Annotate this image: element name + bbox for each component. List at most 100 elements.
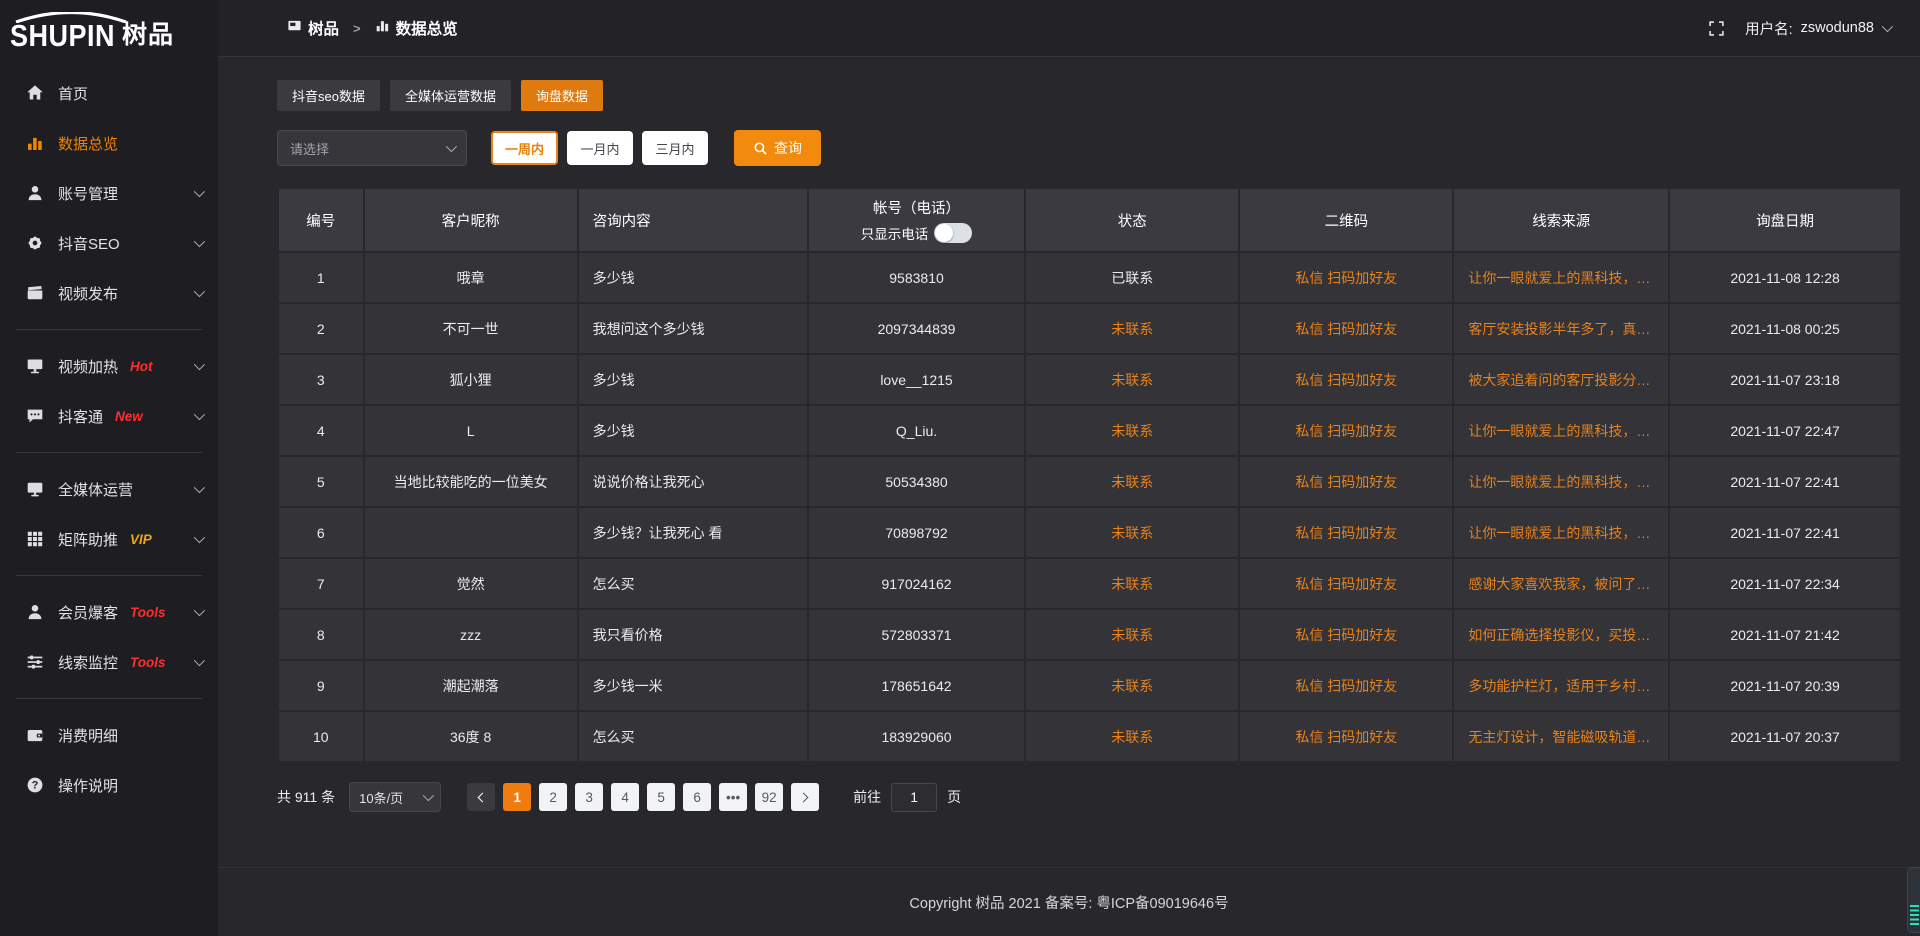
column-header-status: 状态 — [1026, 189, 1238, 251]
cell-account: 2097344839 — [809, 304, 1024, 353]
user-menu[interactable]: 用户名: zswodun88 — [1745, 18, 1890, 39]
filter-select[interactable]: 请选择 — [277, 130, 467, 166]
equalizer-icon — [1910, 905, 1919, 927]
cell-source[interactable]: 感谢大家喜欢我家，被问了好... — [1454, 559, 1668, 608]
sidebar-item-video-heat[interactable]: 视频加热Hot — [0, 341, 218, 391]
cell-source[interactable]: 让你一眼就爱上的黑科技，能... — [1454, 253, 1668, 302]
clapperboard-icon — [26, 284, 45, 303]
page-size-select[interactable]: 10条/页 — [349, 782, 441, 812]
cell-source[interactable]: 让你一眼就爱上的黑科技，能... — [1454, 508, 1668, 557]
fullscreen-icon[interactable] — [1708, 20, 1725, 37]
chevron-down-icon — [446, 141, 457, 152]
cell-id: 2 — [279, 304, 363, 353]
cell-source[interactable]: 无主灯设计，智能磁吸轨道灯... — [1454, 712, 1668, 761]
phone-only-toggle[interactable] — [934, 223, 972, 243]
cell-nickname — [365, 508, 577, 557]
sidebar-item-member-baoke[interactable]: 会员爆客Tools — [0, 587, 218, 637]
page-button-5[interactable]: 5 — [647, 783, 675, 811]
cell-qr[interactable]: 私信 扫码加好友 — [1240, 661, 1452, 710]
next-page-button[interactable] — [791, 783, 819, 811]
cell-qr[interactable]: 私信 扫码加好友 — [1240, 508, 1452, 557]
logo: SHUPIN 树品 — [0, 0, 218, 58]
breadcrumb-item[interactable]: 树品 — [287, 17, 339, 39]
search-button[interactable]: 查询 — [734, 130, 821, 166]
sidebar-item-consume-detail[interactable]: 消费明细 — [0, 710, 218, 760]
page-button-3[interactable]: 3 — [575, 783, 603, 811]
breadcrumb-item[interactable]: 数据总览 — [375, 17, 458, 39]
page-button-92[interactable]: 92 — [755, 783, 783, 811]
sidebar-item-label: 抖音SEO — [58, 233, 120, 254]
goto-page-input[interactable] — [891, 783, 937, 812]
sidebar-item-label: 线索监控 — [58, 652, 118, 673]
cell-status: 已联系 — [1026, 253, 1238, 302]
cell-source[interactable]: 让你一眼就爱上的黑科技，能... — [1454, 457, 1668, 506]
cell-status: 未联系 — [1026, 355, 1238, 404]
sidebar-item-badge: New — [115, 409, 143, 424]
sidebar-item-home[interactable]: 首页 — [0, 68, 218, 118]
period-button-0[interactable]: 一周内 — [491, 131, 558, 165]
cell-source[interactable]: 客厅安装投影半年多了，真实... — [1454, 304, 1668, 353]
cell-qr[interactable]: 私信 扫码加好友 — [1240, 610, 1452, 659]
cell-id: 3 — [279, 355, 363, 404]
cell-source[interactable]: 让你一眼就爱上的黑科技，能... — [1454, 406, 1668, 455]
sidebar-item-media-operation[interactable]: 全媒体运营 — [0, 464, 218, 514]
cell-account: love__1215 — [809, 355, 1024, 404]
goto-page: 前往 页 — [853, 783, 961, 812]
cell-qr[interactable]: 私信 扫码加好友 — [1240, 355, 1452, 404]
cell-source[interactable]: 被大家追着问的客厅投影分享... — [1454, 355, 1668, 404]
more-pages-button[interactable]: ••• — [719, 783, 747, 811]
sidebar-item-operation-guide[interactable]: ?操作说明 — [0, 760, 218, 810]
page-button-4[interactable]: 4 — [611, 783, 639, 811]
cell-date: 2021-11-07 22:41 — [1670, 508, 1900, 557]
cell-qr[interactable]: 私信 扫码加好友 — [1240, 253, 1452, 302]
inquiry-table: 编号客户昵称咨询内容帐号（电话）只显示电话状态二维码线索来源询盘日期 1哦章多少… — [277, 187, 1902, 763]
footer: Copyright 树品 2021 备案号: 粤ICP备09019646号 — [218, 867, 1920, 936]
chevron-left-icon — [478, 792, 488, 802]
page-button-2[interactable]: 2 — [539, 783, 567, 811]
chat-widget[interactable] — [1907, 867, 1920, 933]
cell-nickname: 36度 8 — [365, 712, 577, 761]
table-row: 7觉然怎么买917024162未联系私信 扫码加好友感谢大家喜欢我家，被问了好.… — [279, 559, 1900, 608]
chevron-down-icon — [194, 186, 205, 197]
chevron-down-icon — [194, 482, 205, 493]
cell-qr[interactable]: 私信 扫码加好友 — [1240, 559, 1452, 608]
tab-media-operation-data[interactable]: 全媒体运营数据 — [390, 80, 511, 111]
period-button-2[interactable]: 三月内 — [642, 131, 708, 165]
sidebar-item-douyin-seo[interactable]: 抖音SEO — [0, 218, 218, 268]
column-header-content: 咨询内容 — [579, 189, 807, 251]
cell-account: Q_Liu. — [809, 406, 1024, 455]
sidebar-item-data-overview[interactable]: 数据总览 — [0, 118, 218, 168]
cell-content: 怎么买 — [579, 712, 807, 761]
cell-date: 2021-11-07 20:39 — [1670, 661, 1900, 710]
cell-qr[interactable]: 私信 扫码加好友 — [1240, 304, 1452, 353]
menu-divider — [16, 452, 202, 453]
sidebar-item-clue-monitor[interactable]: 线索监控Tools — [0, 637, 218, 687]
cell-source[interactable]: 如何正确选择投影仪，买投影... — [1454, 610, 1668, 659]
user-icon — [26, 603, 45, 622]
cell-id: 1 — [279, 253, 363, 302]
cell-qr[interactable]: 私信 扫码加好友 — [1240, 406, 1452, 455]
table-row: 5当地比较能吃的一位美女说说价格让我死心50534380未联系私信 扫码加好友让… — [279, 457, 1900, 506]
grid-icon — [26, 530, 45, 549]
cell-status: 未联系 — [1026, 508, 1238, 557]
cell-qr[interactable]: 私信 扫码加好友 — [1240, 712, 1452, 761]
data-tabs: 抖音seo数据全媒体运营数据询盘数据 — [277, 80, 1902, 111]
sidebar-item-account-manage[interactable]: 账号管理 — [0, 168, 218, 218]
sidebar-item-badge: Tools — [130, 605, 166, 620]
tab-douyin-seo-data[interactable]: 抖音seo数据 — [277, 80, 380, 111]
sidebar: SHUPIN 树品 首页数据总览账号管理抖音SEO 视频发布视频加热Hot抖客通N… — [0, 0, 218, 936]
period-button-1[interactable]: 一月内 — [567, 131, 633, 165]
cell-source[interactable]: 多功能护栏灯，适用于乡村文... — [1454, 661, 1668, 710]
help-icon: ? — [26, 776, 45, 795]
page-button-6[interactable]: 6 — [683, 783, 711, 811]
sidebar-item-matrix-boost[interactable]: 矩阵助推VIP — [0, 514, 218, 564]
page-button-1[interactable]: 1 — [503, 783, 531, 811]
prev-page-button[interactable] — [467, 783, 495, 811]
cell-content: 说说价格让我死心 — [579, 457, 807, 506]
main-content: 抖音seo数据全媒体运营数据询盘数据 请选择 一周内一月内三月内 查询 编号客户… — [218, 58, 1920, 936]
sidebar-item-douketong[interactable]: 抖客通New — [0, 391, 218, 441]
cell-account: 572803371 — [809, 610, 1024, 659]
tab-inquiry-data[interactable]: 询盘数据 — [521, 80, 603, 111]
cell-qr[interactable]: 私信 扫码加好友 — [1240, 457, 1452, 506]
sidebar-item-video-publish[interactable]: 视频发布 — [0, 268, 218, 318]
